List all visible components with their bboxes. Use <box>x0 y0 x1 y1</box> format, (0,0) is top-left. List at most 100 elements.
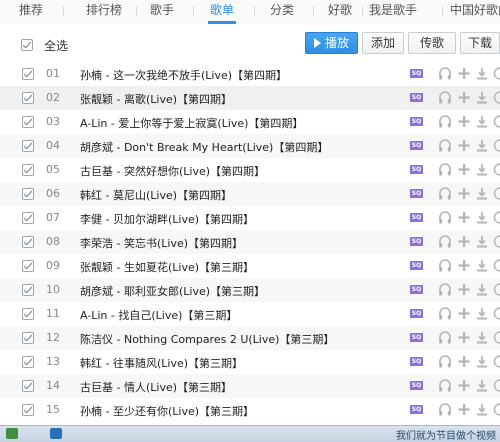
row-checkbox[interactable] <box>22 308 34 320</box>
song-title[interactable]: 古巨基 - 情人(Live)【第三期】 <box>80 379 232 395</box>
row-checkbox[interactable] <box>22 404 34 416</box>
play-button[interactable]: 播放 <box>305 32 358 54</box>
more-icon[interactable] <box>493 258 500 273</box>
song-row[interactable]: 07 李健 - 贝加尔湖畔(Live)【第四期】 SQ <box>0 206 500 230</box>
row-checkbox[interactable] <box>22 164 34 176</box>
headphones-icon[interactable] <box>438 162 452 177</box>
select-all-checkbox[interactable] <box>21 39 33 51</box>
song-row[interactable]: 10 胡彦斌 - 耶利亚女郎(Live)【第三期】 SQ <box>0 278 500 302</box>
headphones-icon[interactable] <box>438 186 452 201</box>
plus-icon[interactable] <box>457 378 471 393</box>
plus-icon[interactable] <box>457 258 471 273</box>
row-checkbox[interactable] <box>22 380 34 392</box>
song-title[interactable]: 孙楠 - 至少还有你(Live)【第三期】 <box>80 403 254 419</box>
more-icon[interactable] <box>493 354 500 369</box>
headphones-icon[interactable] <box>438 66 452 81</box>
song-row[interactable]: 11 A-Lin - 找自己(Live)【第三期】 SQ <box>0 302 500 326</box>
headphones-icon[interactable] <box>438 114 452 129</box>
song-title[interactable]: 李健 - 贝加尔湖畔(Live)【第四期】 <box>80 211 254 227</box>
app-icon[interactable] <box>6 428 18 439</box>
row-checkbox[interactable] <box>22 260 34 272</box>
add-button[interactable]: 添加 <box>362 32 404 54</box>
song-title[interactable]: A-Lin - 爱上你等于爱上寂寞(Live)【第四期】 <box>80 115 303 131</box>
tab-playlists[interactable]: 歌单 <box>210 0 234 24</box>
tab-artists[interactable]: 歌手 <box>150 0 174 24</box>
more-icon[interactable] <box>493 138 500 153</box>
download-icon[interactable] <box>475 234 489 249</box>
song-title[interactable]: 胡彦斌 - Don't Break My Heart(Live)【第四期】 <box>80 139 328 155</box>
song-title[interactable]: 张靓颖 - 生如夏花(Live)【第三期】 <box>80 259 254 275</box>
more-icon[interactable] <box>493 186 500 201</box>
headphones-icon[interactable] <box>438 306 452 321</box>
plus-icon[interactable] <box>457 90 471 105</box>
song-row[interactable]: 09 张靓颖 - 生如夏花(Live)【第三期】 SQ <box>0 254 500 278</box>
download-icon[interactable] <box>475 354 489 369</box>
more-icon[interactable] <box>493 90 500 105</box>
tab-i-am-singer[interactable]: 我是歌手 <box>369 0 417 24</box>
song-title[interactable]: 张靓颖 - 离歌(Live)【第四期】 <box>80 91 232 107</box>
row-checkbox[interactable] <box>22 188 34 200</box>
row-checkbox[interactable] <box>22 68 34 80</box>
download-icon[interactable] <box>475 162 489 177</box>
plus-icon[interactable] <box>457 186 471 201</box>
song-row[interactable]: 05 古巨基 - 突然好想你(Live)【第四期】 SQ <box>0 158 500 182</box>
plus-icon[interactable] <box>457 138 471 153</box>
more-icon[interactable] <box>493 66 500 81</box>
download-icon[interactable] <box>475 378 489 393</box>
more-icon[interactable] <box>493 330 500 345</box>
more-icon[interactable] <box>493 378 500 393</box>
download-icon[interactable] <box>475 258 489 273</box>
headphones-icon[interactable] <box>438 210 452 225</box>
download-icon[interactable] <box>475 186 489 201</box>
tab-charts[interactable]: 排行榜 <box>86 0 122 24</box>
download-icon[interactable] <box>475 66 489 81</box>
more-icon[interactable] <box>493 282 500 297</box>
download-icon[interactable] <box>475 210 489 225</box>
download-icon[interactable] <box>475 138 489 153</box>
tab-good-songs[interactable]: 好歌 <box>328 0 352 24</box>
song-row[interactable]: 02 张靓颖 - 离歌(Live)【第四期】 SQ <box>0 86 500 110</box>
song-row[interactable]: 04 胡彦斌 - Don't Break My Heart(Live)【第四期】… <box>0 134 500 158</box>
plus-icon[interactable] <box>457 354 471 369</box>
row-checkbox[interactable] <box>22 212 34 224</box>
share-button[interactable]: 传歌 <box>408 32 456 54</box>
download-icon[interactable] <box>475 114 489 129</box>
plus-icon[interactable] <box>457 234 471 249</box>
headphones-icon[interactable] <box>438 378 452 393</box>
plus-icon[interactable] <box>457 306 471 321</box>
more-icon[interactable] <box>493 162 500 177</box>
download-button[interactable]: 下载 <box>460 32 500 54</box>
tab-categories[interactable]: 分类 <box>270 0 294 24</box>
song-title[interactable]: 孙楠 - 这一次我绝不放手(Live)【第四期】 <box>80 67 287 83</box>
plus-icon[interactable] <box>457 210 471 225</box>
song-row[interactable]: 06 韩红 - 莫尼山(Live)【第四期】 SQ <box>0 182 500 206</box>
app-icon[interactable] <box>50 428 62 439</box>
tab-recommend[interactable]: 推荐 <box>19 0 43 24</box>
more-icon[interactable] <box>493 402 500 417</box>
more-icon[interactable] <box>493 234 500 249</box>
song-row[interactable]: 03 A-Lin - 爱上你等于爱上寂寞(Live)【第四期】 SQ <box>0 110 500 134</box>
plus-icon[interactable] <box>457 162 471 177</box>
headphones-icon[interactable] <box>438 330 452 345</box>
headphones-icon[interactable] <box>438 138 452 153</box>
song-row[interactable]: 01 孙楠 - 这一次我绝不放手(Live)【第四期】 SQ <box>0 62 500 86</box>
headphones-icon[interactable] <box>438 90 452 105</box>
song-row[interactable]: 14 古巨基 - 情人(Live)【第三期】 SQ <box>0 374 500 398</box>
song-title[interactable]: 韩红 - 莫尼山(Live)【第四期】 <box>80 187 232 203</box>
plus-icon[interactable] <box>457 114 471 129</box>
row-checkbox[interactable] <box>22 140 34 152</box>
row-checkbox[interactable] <box>22 284 34 296</box>
plus-icon[interactable] <box>457 66 471 81</box>
download-icon[interactable] <box>475 90 489 105</box>
more-icon[interactable] <box>493 210 500 225</box>
row-checkbox[interactable] <box>22 92 34 104</box>
plus-icon[interactable] <box>457 402 471 417</box>
song-title[interactable]: 古巨基 - 突然好想你(Live)【第四期】 <box>80 163 265 179</box>
row-checkbox[interactable] <box>22 332 34 344</box>
plus-icon[interactable] <box>457 282 471 297</box>
headphones-icon[interactable] <box>438 234 452 249</box>
row-checkbox[interactable] <box>22 236 34 248</box>
download-icon[interactable] <box>475 330 489 345</box>
tab-china-good-songs[interactable]: 中国好歌曲 <box>450 0 500 24</box>
song-title[interactable]: A-Lin - 找自己(Live)【第三期】 <box>80 307 237 323</box>
